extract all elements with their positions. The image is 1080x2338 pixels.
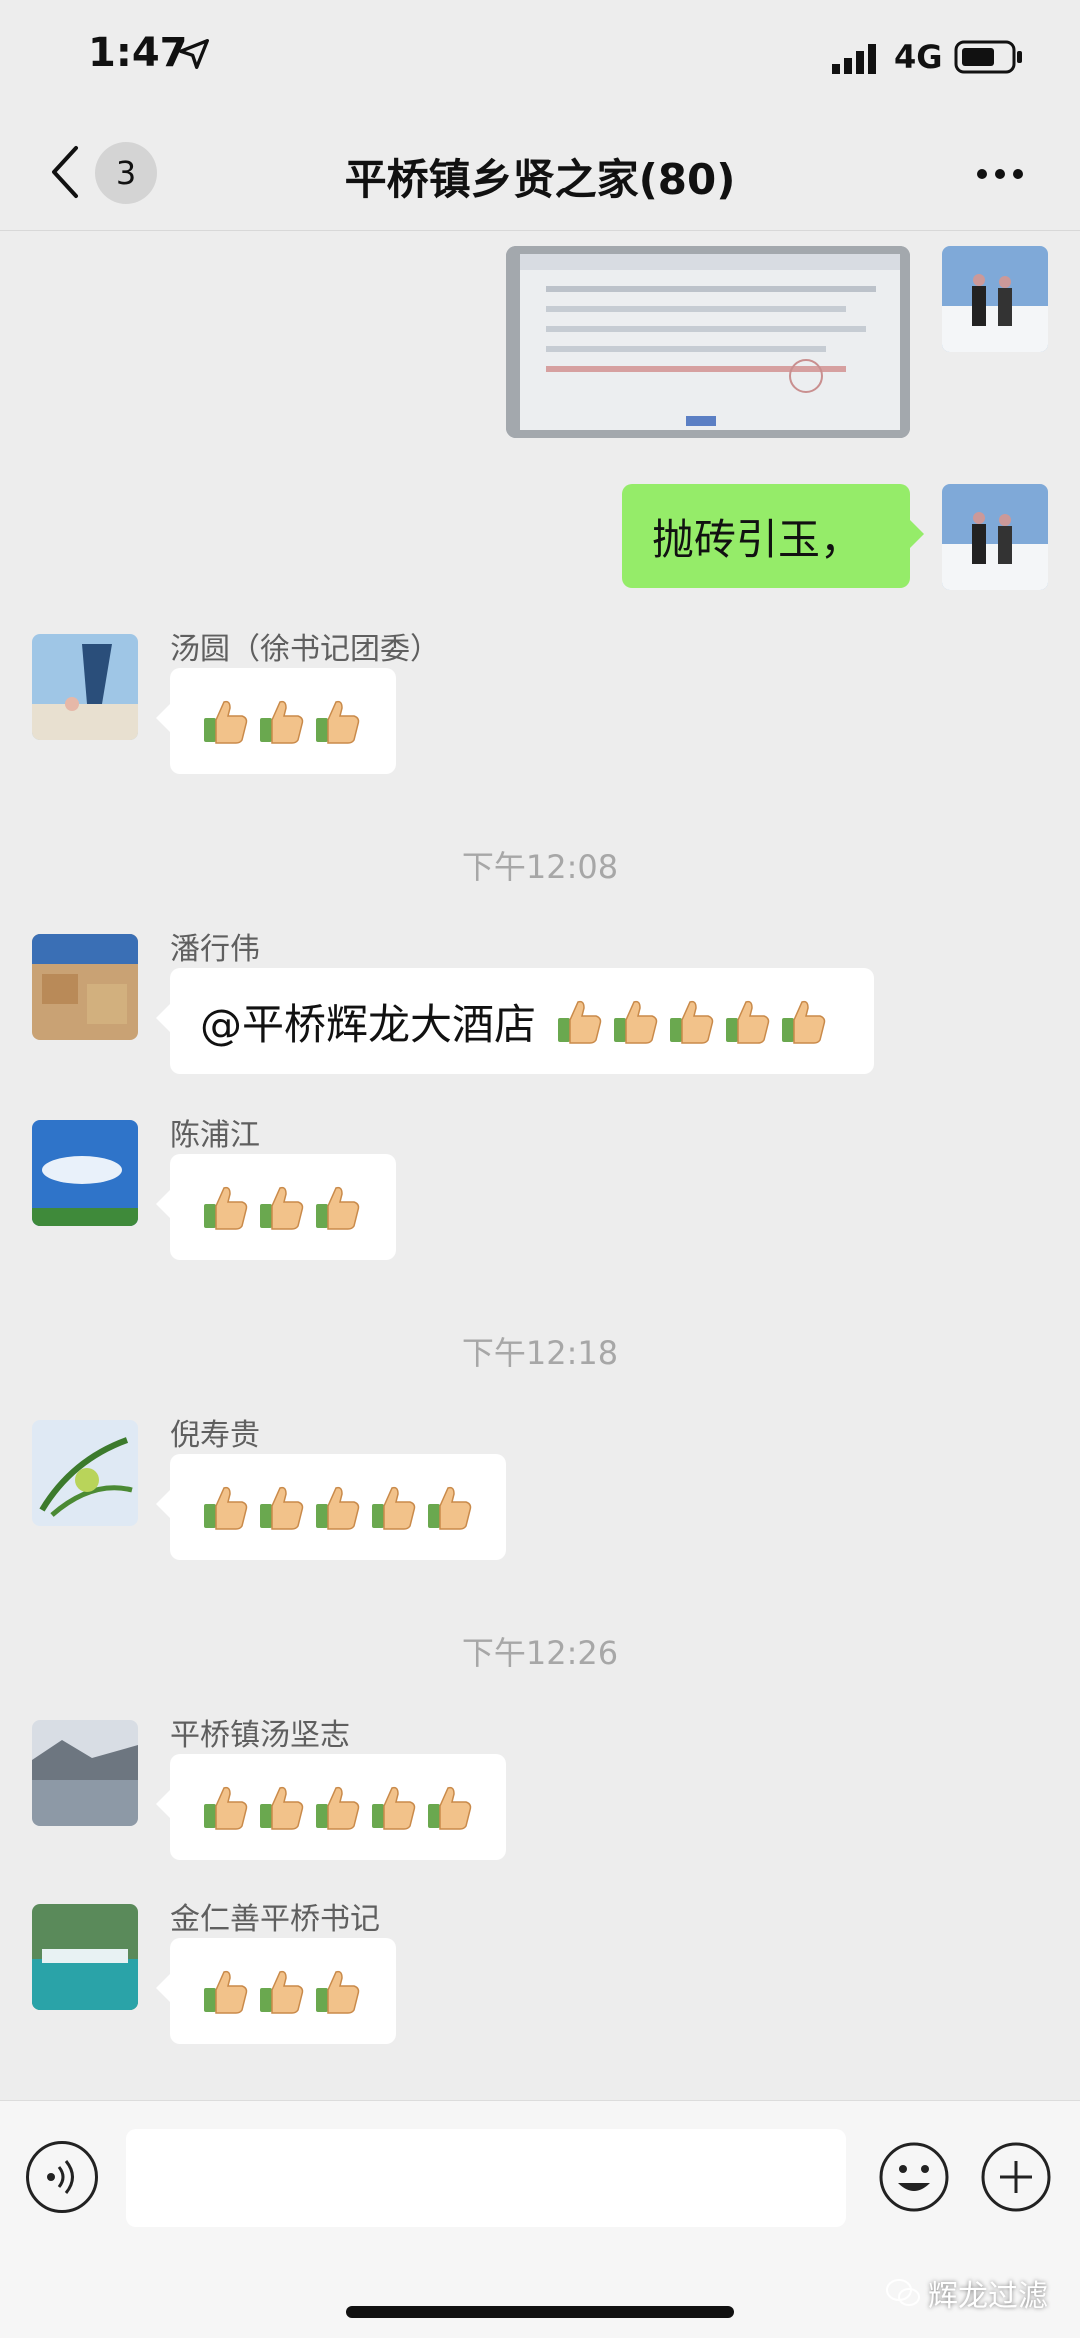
voice-wave-icon: [47, 2160, 74, 2194]
message-input[interactable]: [126, 2129, 846, 2227]
thumbs-up-emoji: [666, 996, 716, 1046]
thumbs-up-emoji: [778, 996, 828, 1046]
thumbs-up-emoji: [368, 1482, 418, 1532]
thumbs-up-group: [200, 696, 362, 746]
sender-avatar[interactable]: [32, 1420, 138, 1526]
sender-avatar[interactable]: [32, 934, 138, 1040]
wechat-logo-icon: [886, 2279, 920, 2306]
sender-avatar[interactable]: [32, 1904, 138, 2010]
emoji-bubble[interactable]: [156, 1154, 396, 1260]
thumbs-up-emoji: [200, 696, 250, 746]
thumbs-up-emoji: [256, 696, 306, 746]
message-text: 抛砖引玉，: [652, 514, 863, 564]
sender-name: 倪寿贵: [170, 1418, 260, 1453]
thumbs-up-emoji: [312, 696, 362, 746]
timestamp: 下午12:08: [461, 848, 619, 886]
location-arrow-icon: [179, 39, 209, 69]
sender-avatar[interactable]: [32, 1120, 138, 1226]
thumbs-up-emoji: [424, 1482, 474, 1532]
thumbs-up-emoji: [368, 1782, 418, 1832]
sender-name: 汤圆（徐书记团委）: [170, 632, 440, 667]
thumbs-up-emoji: [312, 1782, 362, 1832]
thumbs-up-group: [200, 1966, 362, 2016]
thumbs-up-emoji: [256, 1482, 306, 1532]
sender-avatar[interactable]: [32, 1720, 138, 1826]
mention-bubble[interactable]: @平桥辉龙大酒店: [156, 968, 874, 1074]
sender-name: 潘行伟: [170, 932, 260, 967]
thumbs-up-emoji: [256, 1782, 306, 1832]
status-time: 1:47: [88, 30, 188, 76]
sender-name: 金仁善平桥书记: [170, 1902, 380, 1937]
emoji-bubble[interactable]: [156, 1454, 506, 1560]
status-bar: 1:47 4G: [0, 0, 1080, 120]
voice-input-button[interactable]: [26, 2141, 98, 2213]
sender-avatar[interactable]: [32, 634, 138, 740]
thumbs-up-emoji: [554, 996, 604, 1046]
timestamp: 下午12:26: [461, 1634, 619, 1672]
emoji-bubble[interactable]: [156, 1938, 396, 2044]
network-type: 4G: [894, 38, 943, 76]
thumbs-up-emoji: [200, 1966, 250, 2016]
thumbs-up-emoji: [312, 1966, 362, 2016]
my-avatar[interactable]: [942, 246, 1048, 352]
image-message[interactable]: [506, 246, 910, 438]
my-text-bubble[interactable]: 抛砖引玉，: [622, 484, 924, 588]
thumbs-up-emoji: [256, 1966, 306, 2016]
battery-icon: [954, 40, 1022, 74]
thumbs-up-group: [200, 1782, 474, 1832]
thumbs-up-emoji: [256, 1182, 306, 1232]
thumbs-up-group: [554, 996, 828, 1046]
watermark-text: 辉龙过滤: [928, 2279, 1048, 2314]
input-bar: 辉龙过滤: [0, 2100, 1080, 2338]
plus-icon[interactable]: [980, 2141, 1052, 2213]
thumbs-up-emoji: [610, 996, 660, 1046]
thumbs-up-group: [200, 1182, 362, 1232]
my-avatar[interactable]: [942, 484, 1048, 590]
watermark: 辉龙过滤: [886, 2271, 1048, 2315]
sender-name: 陈浦江: [170, 1118, 260, 1153]
document-photo: [506, 246, 910, 438]
timestamp: 下午12:18: [461, 1334, 619, 1372]
cellular-signal-icon: [832, 44, 876, 74]
thumbs-up-emoji: [722, 996, 772, 1046]
more-options-icon[interactable]: [970, 154, 1030, 194]
emoji-icon[interactable]: [878, 2141, 950, 2213]
thumbs-up-emoji: [200, 1482, 250, 1532]
sender-name: 平桥镇汤坚志: [170, 1718, 350, 1753]
thumbs-up-group: [200, 1482, 474, 1532]
chat-title: 平桥镇乡贤之家(80): [344, 155, 736, 204]
thumbs-up-emoji: [200, 1182, 250, 1232]
thumbs-up-emoji: [200, 1782, 250, 1832]
thumbs-up-emoji: [424, 1782, 474, 1832]
chat-header: 3 平桥镇乡贤之家(80): [0, 120, 1080, 231]
thumbs-up-emoji: [312, 1482, 362, 1532]
emoji-bubble[interactable]: [156, 668, 396, 774]
thumbs-up-emoji: [312, 1182, 362, 1232]
emoji-bubble[interactable]: [156, 1754, 506, 1860]
mention-text: @平桥辉龙大酒店: [200, 999, 537, 1049]
home-indicator: [346, 2306, 734, 2318]
